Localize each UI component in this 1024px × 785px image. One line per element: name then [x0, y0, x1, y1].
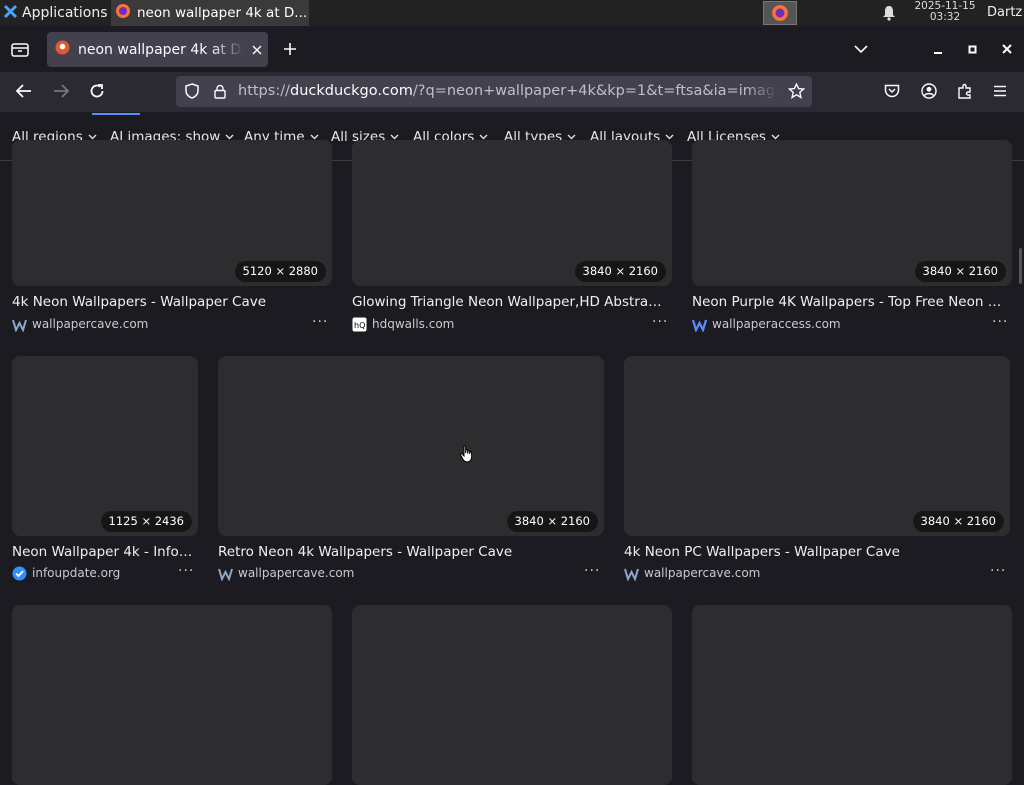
applications-menu[interactable]: Applications ⋮	[0, 0, 111, 26]
more-options-button[interactable]: ···	[992, 314, 1008, 330]
more-options-button[interactable]: ···	[584, 563, 600, 579]
image-dimensions-badge: 3840 × 2160	[506, 511, 598, 532]
clock-time: 03:32	[929, 11, 961, 23]
result-title[interactable]: Glowing Triangle Neon Wallpaper,HD Abstr…	[352, 294, 668, 312]
applications-icon	[3, 4, 18, 23]
more-options-button[interactable]: ···	[652, 314, 668, 330]
image-thumbnail[interactable]	[218, 356, 604, 536]
notification-bell-icon[interactable]	[878, 4, 900, 22]
result-source-label: wallpapercave.com	[32, 317, 149, 331]
firefox-view-icon	[11, 43, 29, 57]
result-source-label: hdqwalls.com	[372, 317, 455, 331]
tracking-protection-shield-icon[interactable]	[183, 82, 201, 100]
lock-icon[interactable]	[211, 82, 229, 100]
result-source[interactable]: wallpapercave.com	[12, 316, 148, 332]
firefox-icon	[772, 5, 788, 21]
account-button[interactable]	[919, 82, 939, 100]
forward-button[interactable]	[50, 81, 72, 101]
result-title[interactable]: 4k Neon Wallpapers - Wallpaper Cave	[12, 294, 328, 312]
app-menu-button[interactable]	[990, 82, 1010, 100]
wallpapercave-favicon-icon	[624, 566, 639, 581]
new-tab-button[interactable]	[280, 39, 300, 59]
back-button[interactable]	[13, 81, 35, 101]
result-source-label: wallpaperaccess.com	[712, 317, 841, 331]
wallpaperaccess-favicon-icon	[692, 317, 707, 332]
firefox-view-button[interactable]	[9, 40, 31, 60]
clock[interactable]: 2025-11-15 03:32	[907, 1, 983, 23]
maximize-icon	[968, 45, 976, 53]
list-all-tabs-button[interactable]	[851, 40, 871, 58]
result-title[interactable]: Neon Wallpaper 4k - Infoupdate.org	[12, 544, 194, 562]
wallpapercave-favicon-icon	[218, 566, 233, 581]
result-title[interactable]: 4k Neon PC Wallpapers - Wallpaper Cave	[624, 544, 1006, 562]
puzzle-icon	[958, 83, 971, 99]
image-dimensions-badge: 3840 × 2160	[914, 261, 1006, 282]
svg-text:hQ: hQ	[354, 321, 365, 330]
chevron-down-icon	[854, 44, 868, 53]
result-source[interactable]: infoupdate.org	[12, 565, 120, 581]
result-source-label: wallpapercave.com	[238, 566, 355, 580]
tab-title: neon wallpaper 4k at DuckDuckGo	[78, 41, 244, 58]
extensions-button[interactable]	[955, 82, 975, 100]
tab-close-icon[interactable]	[252, 45, 262, 55]
user-menu[interactable]: Dartz	[987, 0, 1022, 26]
image-dimensions-badge: 5120 × 2880	[234, 261, 326, 282]
url-text[interactable]: https://duckduckgo.com/?q=neon+wallpaper…	[238, 76, 778, 107]
verified-badge-icon	[12, 566, 27, 581]
more-options-button[interactable]: ···	[312, 314, 328, 330]
image-thumbnail[interactable]	[12, 356, 198, 536]
image-thumbnail[interactable]	[12, 605, 332, 785]
hdqwalls-favicon-icon: hQ	[352, 317, 367, 332]
firefox-icon	[115, 3, 131, 23]
more-options-button[interactable]: ···	[178, 563, 194, 579]
arrow-right-icon	[54, 84, 69, 98]
result-source[interactable]: hQ hdqwalls.com	[352, 316, 454, 332]
wallpapercave-favicon-icon	[12, 317, 27, 332]
result-source-label: wallpapercave.com	[644, 566, 761, 580]
arrow-left-icon	[16, 84, 31, 98]
hamburger-menu-icon	[994, 85, 1006, 97]
tab-active[interactable]: neon wallpaper 4k at DuckDuckGo	[47, 32, 268, 67]
result-title[interactable]: Retro Neon 4k Wallpapers - Wallpaper Cav…	[218, 544, 600, 562]
result-source-label: infoupdate.org	[32, 566, 121, 580]
result-title[interactable]: Neon Purple 4K Wallpapers - Top Free Neo…	[692, 294, 1008, 312]
image-thumbnail[interactable]	[352, 605, 672, 785]
chevron-down-icon	[665, 134, 674, 140]
image-thumbnail[interactable]	[692, 605, 1012, 785]
active-tab-indicator	[92, 113, 140, 115]
close-icon	[1002, 44, 1012, 54]
url-scheme: https://	[238, 83, 290, 99]
close-window-button[interactable]	[999, 41, 1015, 57]
result-source[interactable]: wallpapercave.com	[218, 565, 354, 581]
minimize-window-button[interactable]	[930, 42, 946, 58]
result-source[interactable]: wallpaperaccess.com	[692, 316, 841, 332]
duckduckgo-favicon-icon	[55, 40, 70, 59]
url-host: duckduckgo.com	[289, 83, 413, 99]
maximize-window-button[interactable]	[964, 41, 980, 57]
image-thumbnail[interactable]	[624, 356, 1010, 536]
plus-icon	[284, 43, 296, 55]
pocket-icon	[884, 84, 900, 98]
url-path: /?q=neon+wallpaper+4k&kp=1&t=ftsa&ia=ima…	[412, 83, 778, 99]
result-source[interactable]: wallpapercave.com	[624, 565, 760, 581]
minimize-icon	[934, 52, 942, 54]
image-dimensions-badge: 3840 × 2160	[912, 511, 1004, 532]
applications-label: Applications	[22, 5, 108, 21]
reload-icon	[90, 84, 104, 98]
pocket-button[interactable]	[882, 82, 902, 100]
taskbar-window-title: neon wallpaper 4k at D...	[137, 5, 308, 21]
reload-button[interactable]	[86, 81, 108, 101]
more-options-button[interactable]: ···	[990, 563, 1006, 579]
hand-cursor-icon	[459, 445, 475, 467]
image-dimensions-badge: 1125 × 2436	[100, 511, 192, 532]
taskbar-window-button[interactable]: neon wallpaper 4k at D...	[111, 0, 309, 26]
account-icon	[921, 83, 937, 99]
tray-firefox-launcher[interactable]	[763, 1, 797, 25]
bookmark-star-button[interactable]	[786, 82, 806, 100]
image-dimensions-badge: 3840 × 2160	[574, 261, 666, 282]
scrollbar-thumb[interactable]	[1019, 248, 1022, 284]
star-icon	[787, 83, 805, 99]
